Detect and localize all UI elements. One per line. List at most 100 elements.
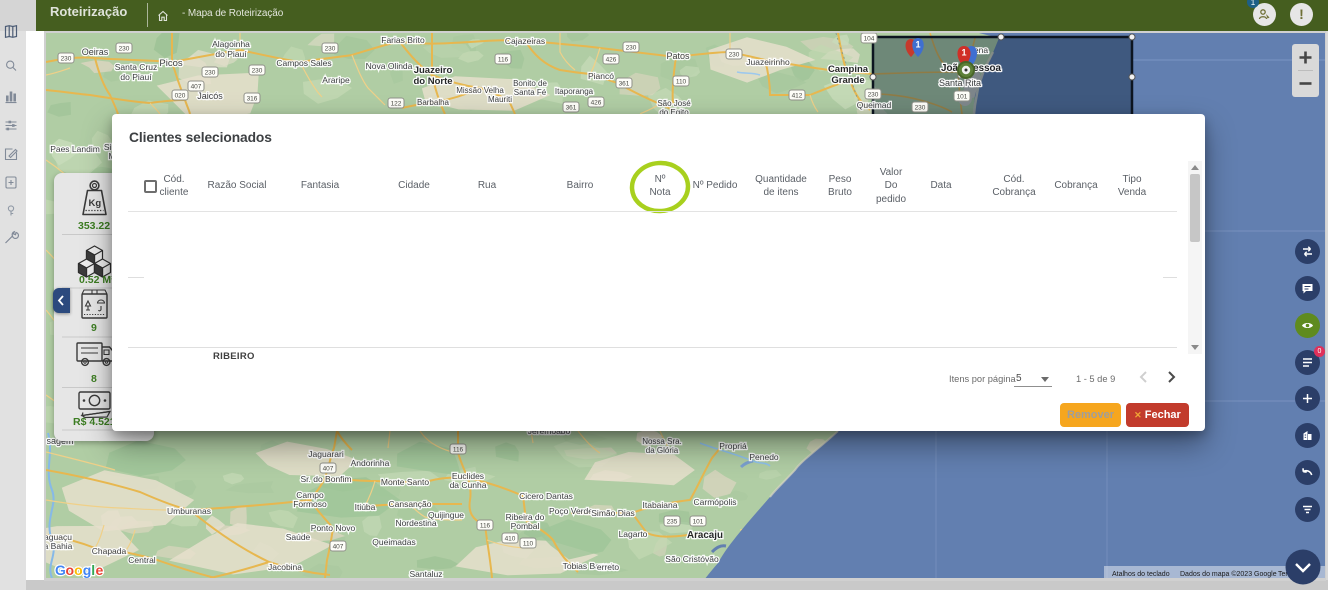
svg-text:Termos: Termos	[1278, 571, 1301, 578]
svg-text:Nossa Sra.: Nossa Sra.	[642, 437, 682, 446]
svg-text:110: 110	[523, 540, 534, 547]
svg-text:G: G	[55, 562, 66, 578]
svg-text:Cansanção: Cansanção	[388, 499, 431, 509]
svg-text:Alagoinha: Alagoinha	[212, 39, 250, 49]
svg-text:9: 9	[91, 322, 97, 334]
svg-text:Santa Fé: Santa Fé	[514, 88, 547, 97]
svg-text:020: 020	[175, 92, 186, 99]
svg-text:Campina: Campina	[828, 64, 869, 75]
svg-text:Jaguarari: Jaguarari	[308, 449, 344, 459]
svg-text:São José: São José	[657, 99, 691, 108]
svg-text:da Cunha: da Cunha	[450, 480, 487, 490]
svg-text:Missão Velha: Missão Velha	[456, 86, 504, 95]
svg-text:230: 230	[205, 69, 216, 76]
svg-text:Umburanas: Umburanas	[167, 506, 211, 516]
svg-text:da Glória: da Glória	[646, 446, 679, 455]
svg-text:Santaluz: Santaluz	[409, 569, 442, 578]
svg-text:122: 122	[391, 100, 402, 107]
svg-text:Araripe: Araripe	[322, 75, 350, 85]
svg-text:101: 101	[693, 518, 704, 525]
svg-text:426: 426	[606, 56, 617, 63]
svg-text:0.52 M³: 0.52 M³	[79, 274, 115, 286]
svg-text:230: 230	[729, 51, 740, 58]
svg-text:Kg: Kg	[89, 198, 102, 209]
svg-text:Queimadas: Queimadas	[372, 537, 415, 547]
svg-text:Atalhos do teclado: Atalhos do teclado	[1112, 571, 1170, 578]
svg-text:Grande: Grande	[831, 75, 864, 86]
svg-text:Aracaju: Aracaju	[687, 530, 723, 541]
svg-text:Jacobina: Jacobina	[268, 562, 302, 572]
svg-text:235: 235	[667, 518, 678, 525]
svg-text:230: 230	[61, 55, 72, 62]
svg-text:410: 410	[505, 535, 516, 542]
svg-text:316: 316	[247, 95, 258, 102]
svg-text:110: 110	[676, 78, 687, 85]
svg-text:Lagarto: Lagarto	[619, 529, 648, 539]
svg-text:Cajazeiras: Cajazeiras	[505, 36, 545, 46]
svg-text:Santa Cruz: Santa Cruz	[115, 62, 158, 72]
svg-text:Oeiras: Oeiras	[82, 47, 109, 57]
svg-text:Jaicós: Jaicós	[197, 91, 223, 101]
svg-text:Nova Olinda: Nova Olinda	[366, 61, 413, 71]
svg-text:Picos: Picos	[159, 58, 182, 69]
svg-text:Andorinha: Andorinha	[351, 458, 390, 468]
svg-text:Itabaiana: Itabaiana	[643, 500, 678, 510]
svg-text:Nordestina: Nordestina	[395, 518, 436, 528]
svg-text:Ponto Novo: Ponto Novo	[311, 523, 356, 533]
svg-text:Piancó: Piancó	[588, 71, 614, 81]
svg-text:407: 407	[191, 83, 202, 90]
svg-text:Queimad: Queimad	[857, 100, 892, 110]
svg-text:Formoso: Formoso	[293, 499, 327, 509]
svg-text:o: o	[74, 562, 83, 578]
svg-text:1: 1	[961, 48, 966, 58]
svg-text:Pombal: Pombal	[511, 521, 540, 531]
svg-text:101: 101	[957, 93, 968, 100]
svg-text:Itaporanga: Itaporanga	[555, 87, 594, 96]
svg-text:116: 116	[480, 522, 491, 529]
svg-text:a Bahia: a Bahia	[46, 541, 73, 551]
svg-text:Cicero Dantas: Cicero Dantas	[519, 491, 573, 501]
svg-text:Juazeirinho: Juazeirinho	[746, 57, 790, 67]
svg-text:e: e	[96, 562, 104, 578]
svg-text:Penedo: Penedo	[749, 452, 779, 462]
svg-text:407: 407	[323, 465, 334, 472]
svg-text:407: 407	[333, 543, 344, 550]
svg-text:g: g	[83, 562, 92, 578]
svg-text:8: 8	[91, 373, 97, 385]
svg-text:230: 230	[252, 67, 263, 74]
svg-text:230: 230	[626, 44, 637, 51]
svg-text:1: 1	[915, 40, 920, 50]
svg-text:Itiúba: Itiúba	[355, 502, 376, 512]
svg-text:Chapada: Chapada	[92, 546, 127, 556]
svg-text:Central: Central	[128, 555, 156, 565]
svg-text:do Norte: do Norte	[413, 76, 452, 87]
svg-text:Poço Verde: Poço Verde	[549, 506, 593, 516]
svg-text:Santa Rita: Santa Rita	[939, 78, 981, 88]
svg-text:Mauriti: Mauriti	[488, 95, 512, 104]
svg-text:Propriá: Propriá	[719, 441, 747, 451]
svg-text:230: 230	[325, 45, 336, 52]
svg-text:Saúde: Saúde	[286, 532, 311, 542]
svg-text:230: 230	[119, 45, 130, 52]
svg-text:Monte Santo: Monte Santo	[381, 477, 429, 487]
svg-text:Sr. do Bonfim: Sr. do Bonfim	[300, 474, 351, 484]
svg-text:230: 230	[868, 91, 879, 98]
svg-text:Carmópolis: Carmópolis	[694, 497, 737, 507]
svg-text:426: 426	[591, 99, 602, 106]
svg-text:361: 361	[566, 104, 577, 111]
svg-text:104: 104	[864, 35, 875, 42]
svg-text:do Piauí: do Piauí	[120, 72, 152, 82]
svg-text:Bonito de: Bonito de	[513, 79, 547, 88]
svg-text:Simão Dias: Simão Dias	[591, 508, 634, 518]
svg-text:o: o	[66, 562, 75, 578]
svg-text:do Piauí: do Piauí	[215, 49, 247, 59]
svg-text:Paes Landim: Paes Landim	[50, 144, 100, 154]
svg-text:São Cristóvão: São Cristóvão	[665, 554, 719, 564]
svg-text:116: 116	[453, 446, 464, 453]
svg-text:Farias Brito: Farias Brito	[381, 35, 425, 45]
svg-text:Dados do mapa ©2023 Google: Dados do mapa ©2023 Google	[1180, 570, 1277, 578]
svg-text:erreto: erreto	[597, 562, 619, 572]
svg-text:412: 412	[792, 92, 803, 99]
svg-text:Barbalha: Barbalha	[417, 98, 450, 107]
svg-text:116: 116	[498, 56, 509, 63]
